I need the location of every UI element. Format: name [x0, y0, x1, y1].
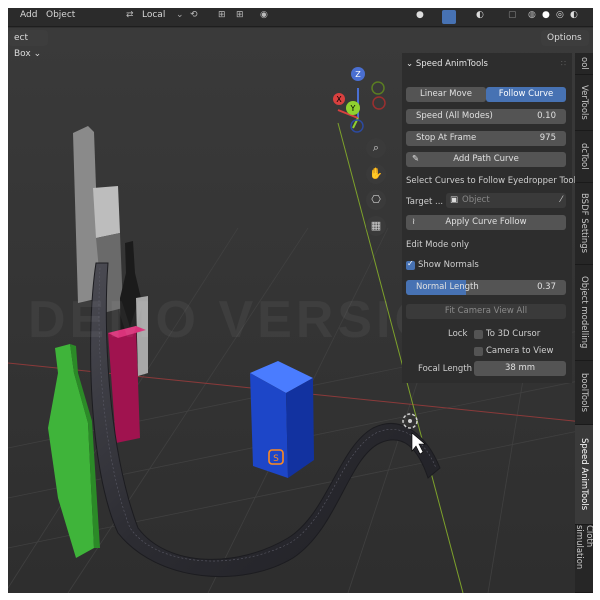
drag-handle-icon[interactable]: ∷: [561, 59, 566, 68]
proportional-edit-icon[interactable]: ◉: [260, 10, 268, 20]
blender-window: Add Object ⇄ Local ⌄ ⟲ ⊞ ⊞ ◉ ● ◐ ▢ ◍ ● ◎…: [8, 8, 593, 593]
transform-orientation-select[interactable]: Local: [142, 10, 165, 20]
gizmo-y-label: Y: [350, 104, 356, 113]
viewport-header: Add Object ⇄ Local ⌄ ⟲ ⊞ ⊞ ◉ ● ◐ ▢ ◍ ● ◎…: [8, 8, 593, 27]
tab-vertools[interactable]: VerTools: [575, 75, 593, 131]
panel-header[interactable]: ⌄ Speed AnimTools: [406, 59, 488, 69]
tab-tool[interactable]: ool: [575, 53, 593, 75]
focal-length-label: Focal Length: [418, 364, 473, 374]
lock-to-cursor-checkbox[interactable]: [474, 330, 483, 339]
camera-to-view-label: Camera to View: [486, 346, 554, 356]
select-box-mode[interactable]: ect Box ⌄: [8, 30, 48, 59]
tab-object-modelling[interactable]: Object modelling: [575, 265, 593, 361]
show-normals-checkbox[interactable]: ✓: [406, 259, 415, 270]
transform-orientation-icon[interactable]: ⇄: [126, 10, 134, 20]
snap-target-icon[interactable]: ⊞: [236, 10, 244, 20]
tab-bsdf-settings[interactable]: BSDF Settings: [575, 183, 593, 265]
lock-to-cursor-label: To 3D Cursor: [486, 329, 541, 339]
tab-cloth-label: Cloth simulation: [574, 525, 593, 570]
select-curves-hint: Select Curves to Follow Eyedropper Tool: [406, 176, 576, 186]
show-normals-label: Show Normals: [418, 260, 479, 270]
lock-label: Lock: [448, 329, 468, 339]
origin-glyph: S: [273, 454, 279, 464]
select-box-label: ect Box: [14, 33, 31, 59]
fit-camera-view-button[interactable]: Fit Camera View All: [406, 304, 566, 319]
pan-hand-icon[interactable]: ✋: [366, 164, 386, 184]
shading-solid-icon[interactable]: ●: [542, 10, 550, 20]
shading-rendered-icon[interactable]: ◐: [570, 10, 578, 20]
speed-animtools-panel: ⌄ Speed AnimTools ∷ Linear Move Follow C…: [402, 53, 576, 383]
stop-frame-value: 975: [539, 133, 556, 143]
shading-wireframe-icon[interactable]: ◍: [528, 10, 536, 20]
tab-dctool-label: dcTool: [579, 143, 589, 170]
speed-label: Speed (All Modes): [416, 111, 493, 121]
tab-speed-animtools-label: Speed AnimTools: [579, 438, 589, 511]
xray-icon[interactable]: ▢: [508, 10, 517, 20]
speed-field[interactable]: Speed (All Modes) 0.10: [406, 109, 566, 124]
normal-length-value: 0.37: [537, 282, 556, 292]
object-icon: ▣: [450, 195, 459, 205]
curve-icon: ≀: [412, 217, 416, 227]
stop-frame-field[interactable]: Stop At Frame 975: [406, 131, 566, 146]
tab-bsdf-label: BSDF Settings: [579, 193, 589, 254]
target-object-field[interactable]: ▣ Object ⁄: [446, 193, 566, 208]
menu-add[interactable]: Add: [20, 10, 37, 20]
apply-curve-follow-button[interactable]: ≀ Apply Curve Follow: [406, 215, 566, 230]
normal-length-label: Normal Length: [416, 282, 479, 292]
chevron-down-icon: ⌄: [176, 10, 184, 20]
add-path-curve-button[interactable]: ✎ Add Path Curve: [406, 152, 566, 167]
options-dropdown[interactable]: Options ⌄: [541, 30, 589, 59]
target-label: Target ...: [406, 197, 444, 207]
gizmo-x-label: X: [336, 95, 342, 104]
edit-mode-note: Edit Mode only: [406, 240, 470, 250]
gizmo-z-label: Z: [355, 70, 361, 79]
tab-tool-label: ool: [579, 57, 589, 70]
tab-object-modelling-label: Object modelling: [579, 276, 589, 349]
tab-vertools-label: VerTools: [579, 85, 589, 120]
3d-cursor-center: [408, 419, 412, 423]
tab-booltools[interactable]: boolTools: [575, 361, 593, 425]
grid-perspective-icon[interactable]: ▦: [366, 216, 386, 236]
tab-cloth-simulation[interactable]: Cloth simulation: [574, 525, 593, 593]
zoom-icon[interactable]: ⌕: [366, 138, 386, 158]
eyedropper-icon[interactable]: ⁄: [561, 193, 562, 208]
lock-camera-checkbox[interactable]: [474, 347, 483, 356]
tab-dctool[interactable]: dcTool: [575, 131, 593, 183]
tab-linear-move[interactable]: Linear Move: [406, 87, 486, 102]
eyedropper-icon: ✎: [412, 154, 420, 164]
camera-view-icon[interactable]: ⎔: [366, 190, 386, 210]
speed-value: 0.10: [537, 111, 556, 121]
pivot-icon[interactable]: ⟲: [190, 10, 198, 20]
visibility-icon[interactable]: ●: [416, 10, 424, 20]
stop-frame-label: Stop At Frame: [416, 133, 477, 143]
gray-block-top: [93, 186, 120, 238]
gizmo-toggle-icon[interactable]: [442, 10, 456, 24]
focal-length-field[interactable]: 38 mm: [474, 361, 566, 376]
tab-booltools-label: boolTools: [579, 372, 589, 413]
normal-length-field[interactable]: Normal Length 0.37: [406, 280, 566, 295]
shading-material-icon[interactable]: ◎: [556, 10, 564, 20]
sidebar-tabs: ool VerTools dcTool BSDF Settings Object…: [574, 53, 593, 593]
focal-length-value: 38 mm: [504, 363, 536, 373]
target-placeholder: Object: [462, 195, 490, 205]
tab-speed-animtools[interactable]: Speed AnimTools: [575, 425, 593, 525]
add-path-curve-label: Add Path Curve: [453, 154, 519, 164]
tab-follow-curve[interactable]: Follow Curve: [486, 87, 566, 102]
check-icon: ✓: [407, 259, 414, 268]
overlay-icon[interactable]: ◐: [476, 10, 484, 20]
options-label: Options: [547, 33, 582, 43]
apply-curve-follow-label: Apply Curve Follow: [445, 217, 527, 227]
panel-title: Speed AnimTools: [415, 59, 488, 69]
menu-object[interactable]: Object: [46, 10, 75, 20]
snap-icon[interactable]: ⊞: [218, 10, 226, 20]
